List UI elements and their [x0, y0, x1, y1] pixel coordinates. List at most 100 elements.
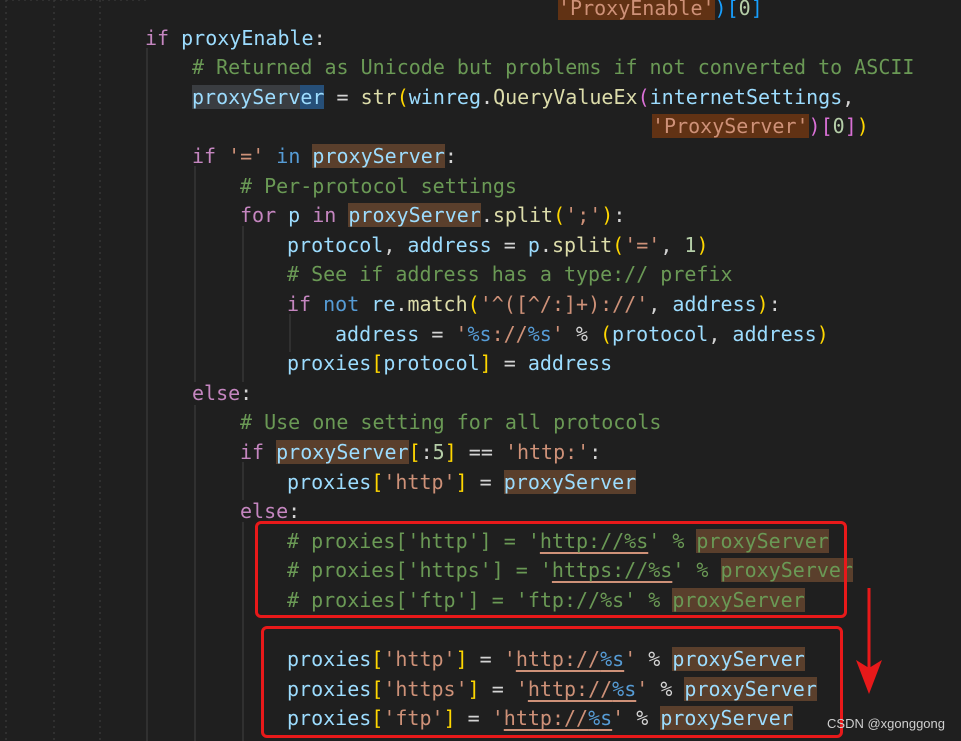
code-token: 5: [432, 440, 445, 464]
code-line[interactable]: proxies[protocol] = address: [287, 349, 612, 379]
code-line[interactable]: # Returned as Unicode but problems if no…: [192, 53, 914, 83]
code-token: =: [467, 469, 504, 494]
code-token: split: [551, 232, 613, 257]
code-token: [: [371, 469, 384, 494]
code-token: ): [601, 203, 614, 228]
code-token: address: [335, 321, 420, 346]
code-line[interactable]: proxyServer = str(winreg.QueryValueEx(in…: [192, 83, 854, 113]
code-token: address: [527, 351, 613, 376]
code-token: 'http:': [504, 440, 590, 464]
code-token: ): [808, 114, 821, 139]
code-line[interactable]: proxies['http'] = proxyServer: [287, 468, 637, 498]
code-token: protocol: [383, 351, 480, 376]
code-token: str: [360, 84, 397, 109]
code-token: (: [553, 203, 566, 228]
code-token: :: [313, 25, 326, 50]
code-line[interactable]: if proxyEnable:: [145, 24, 326, 54]
code-token: 'ProxyEnable': [558, 0, 715, 20]
code-token: proxyEnable: [181, 25, 314, 50]
code-token: address: [672, 292, 757, 316]
code-token: p: [527, 232, 540, 257]
code-token: ): [816, 321, 829, 346]
code-token: # Returned as Unicode but problems if no…: [192, 55, 915, 80]
code-line[interactable]: protocol, address = p.split('=', 1): [287, 231, 709, 261]
code-line[interactable]: # Per-protocol settings: [240, 172, 517, 202]
code-token: .: [481, 84, 494, 109]
code-token: ): [856, 114, 869, 139]
code-token: (: [599, 321, 612, 346]
code-token: ): [714, 0, 727, 20]
code-token: ,: [708, 321, 733, 346]
code-line[interactable]: if '=' in proxyServer:: [192, 142, 457, 172]
code-token: # Use one setting for all protocols: [240, 410, 662, 435]
code-token: :: [240, 380, 253, 405]
code-token: [: [726, 0, 739, 20]
code-token: [: [408, 440, 421, 464]
code-token: QueryValueEx: [493, 84, 638, 109]
code-token: ]: [455, 469, 468, 494]
code-token: ': [551, 321, 564, 346]
code-token: 0: [738, 0, 751, 20]
highlight-box-commented: [255, 521, 847, 618]
code-token: '=': [624, 232, 661, 257]
code-token: ,: [648, 292, 673, 316]
code-token: p: [288, 203, 301, 228]
code-token: in: [300, 203, 349, 228]
code-token: ==: [456, 440, 505, 464]
code-token: winreg: [408, 84, 482, 109]
code-token: =: [324, 84, 361, 109]
code-line[interactable]: 'ProxyServer')[0]): [652, 112, 869, 142]
code-token: else: [240, 499, 289, 524]
code-token: in: [264, 144, 313, 168]
arrow-down-icon: [856, 588, 882, 694]
code-token: re: [371, 292, 396, 316]
code-token: for: [240, 203, 289, 228]
code-token: =: [491, 351, 528, 376]
code-token: ]: [479, 351, 492, 376]
code-line[interactable]: address = '%s://%s' % (protocol, address…: [335, 320, 829, 350]
code-token: proxyServer: [348, 203, 481, 228]
watermark: CSDN @xgonggong: [827, 716, 945, 731]
code-line[interactable]: for p in proxyServer.split(';'):: [240, 201, 625, 231]
code-token: # Per-protocol settings: [240, 173, 517, 198]
code-token: internetSettings: [649, 84, 843, 109]
code-token: .: [480, 203, 493, 228]
code-token: if: [192, 144, 229, 168]
code-token: protocol: [287, 232, 384, 257]
code-token: ': [455, 321, 468, 346]
code-line[interactable]: 'ProxyEnable')[0]: [558, 0, 763, 24]
code-token: ';': [565, 203, 602, 228]
code-token: =: [419, 321, 456, 346]
code-line[interactable]: if not re.match('^([^/:]+)://', address)…: [287, 290, 781, 320]
code-token: address: [732, 321, 817, 346]
code-token: 'ProxyServer': [652, 114, 809, 139]
code-token: 0: [832, 114, 845, 139]
code-token: (: [637, 84, 650, 109]
code-token: '=': [228, 144, 265, 168]
code-token: split: [492, 203, 554, 228]
code-token: :: [768, 292, 781, 316]
code-token: :: [589, 440, 602, 464]
code-token: ): [696, 232, 709, 257]
code-token: if: [287, 292, 324, 316]
code-token: proxyServ: [192, 84, 301, 109]
code-token: else: [192, 380, 241, 405]
code-line[interactable]: # See if address has a type:// prefix: [287, 260, 733, 290]
code-token: not: [323, 292, 372, 316]
highlight-box-active: [261, 626, 843, 738]
code-line[interactable]: if proxyServer[:5] == 'http:':: [240, 438, 601, 468]
code-token: proxies: [287, 351, 372, 376]
code-line[interactable]: # Use one setting for all protocols: [240, 408, 661, 438]
code-token: (: [467, 292, 480, 316]
code-token: :: [444, 144, 457, 168]
code-token: (: [612, 232, 625, 257]
code-token: %: [563, 321, 600, 346]
code-token: proxyServer: [276, 440, 409, 464]
code-token: .: [539, 232, 552, 257]
code-token: proxyServer: [312, 144, 445, 168]
code-line[interactable]: else:: [192, 379, 252, 409]
code-token: ]: [844, 114, 857, 139]
code-token: address: [407, 232, 492, 257]
code-token: if: [240, 440, 277, 464]
code-token: 1: [684, 232, 697, 257]
